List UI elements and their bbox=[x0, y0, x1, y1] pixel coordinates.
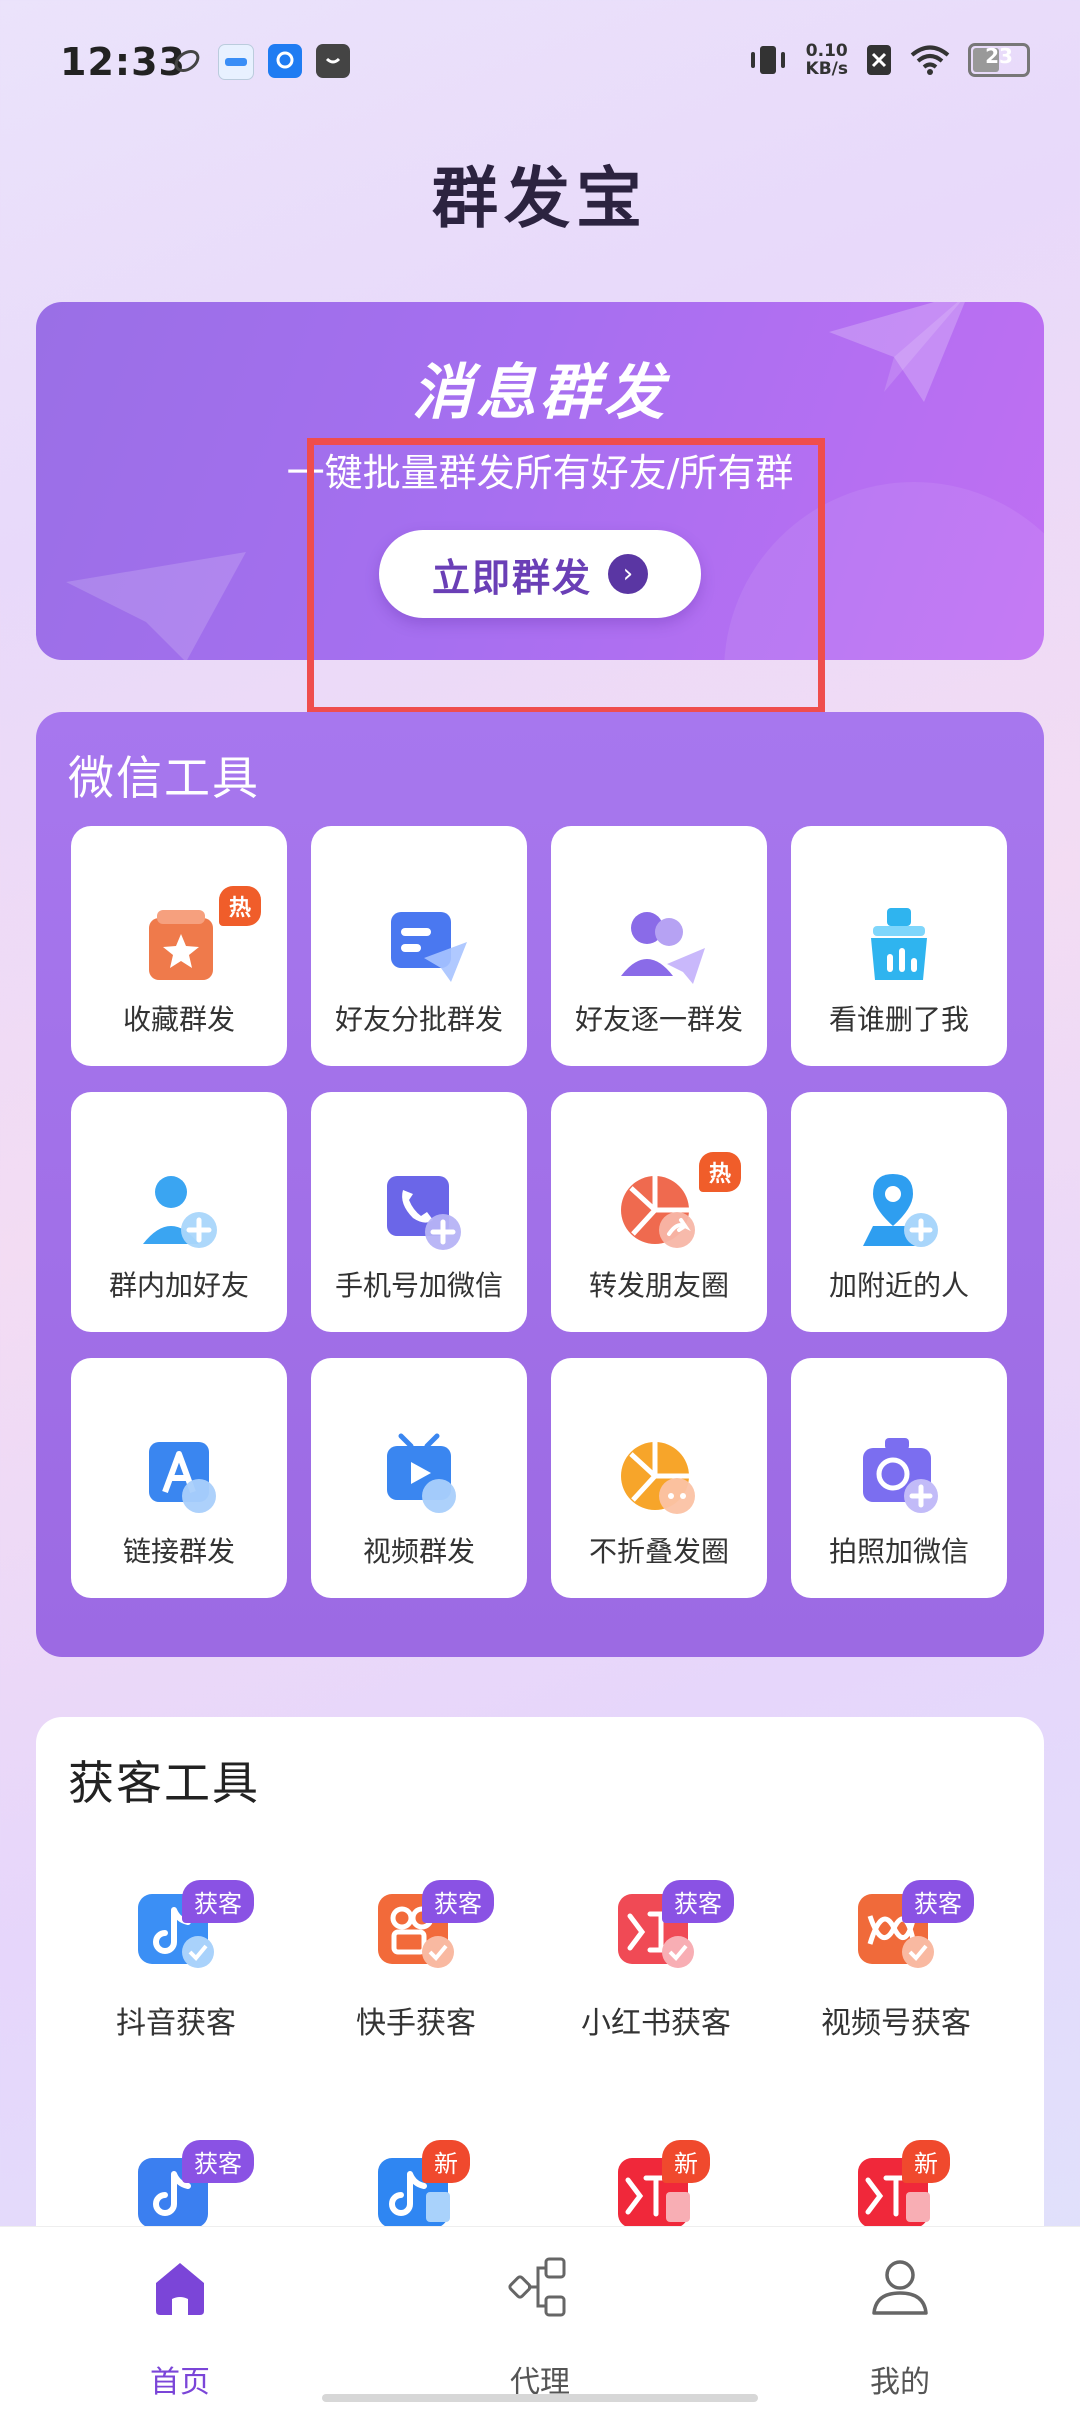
tool-label: 群内加好友 bbox=[108, 1269, 249, 1302]
status-time: 12:33 bbox=[60, 40, 186, 84]
friends-send-icon bbox=[621, 912, 705, 984]
tool-label: 拍照加微信 bbox=[828, 1535, 969, 1568]
phone-add-icon bbox=[387, 1176, 461, 1250]
acquire-badge: 获客 bbox=[662, 1880, 734, 1923]
camera-add-icon bbox=[863, 1438, 938, 1513]
profile-icon bbox=[872, 2260, 928, 2315]
wifi-icon bbox=[910, 45, 950, 75]
tool-video-send[interactable]: 视频群发 bbox=[311, 1358, 527, 1598]
tool-label: 转发朋友圈 bbox=[588, 1269, 729, 1302]
sim-x-icon bbox=[867, 45, 891, 75]
acquire-label: 抖音获客 bbox=[116, 2006, 236, 2041]
acquire-tools-panel: 获客工具 获客 抖音获客 获客 快手获客 获客 小红书获客 获客 视频号获客 获… bbox=[36, 1717, 1044, 2257]
net-speed: 0.10 KB/s bbox=[806, 42, 848, 78]
acquire-badge: 获客 bbox=[902, 1880, 974, 1923]
tool-label: 手机号加微信 bbox=[334, 1269, 503, 1302]
tool-label: 好友逐一群发 bbox=[574, 1003, 743, 1036]
net-speed-unit: KB/s bbox=[805, 59, 848, 79]
new-badge: 新 bbox=[422, 2140, 470, 2183]
location-add-icon bbox=[863, 1174, 938, 1247]
acquire-label: 小红书获客 bbox=[581, 2006, 731, 2041]
tool-label: 好友分批群发 bbox=[334, 1003, 503, 1036]
cleaner-icon bbox=[871, 908, 927, 980]
bag-notification-icon bbox=[316, 44, 350, 78]
battery-level: 23 bbox=[985, 44, 1013, 68]
new-badge: 新 bbox=[662, 2140, 710, 2183]
vibrate-icon bbox=[750, 46, 785, 74]
tool-label: 不折叠发圈 bbox=[588, 1535, 729, 1568]
app-notification-icon bbox=[268, 44, 302, 78]
tool-one-by-one-send[interactable]: 好友逐一群发 bbox=[551, 826, 767, 1066]
app-title: 群发宝 bbox=[432, 160, 648, 237]
acquire-badge: 获客 bbox=[422, 1880, 494, 1923]
tool-no-fold-moments[interactable]: 不折叠发圈 bbox=[551, 1358, 767, 1598]
video-send-icon bbox=[387, 1433, 456, 1513]
acquire-badge: 获客 bbox=[182, 1880, 254, 1923]
app-notification-icon bbox=[218, 44, 254, 80]
tool-link-send[interactable]: 链接群发 bbox=[71, 1358, 287, 1598]
nav-home[interactable]: 首页 bbox=[80, 2227, 280, 2409]
new-badge: 新 bbox=[902, 2140, 950, 2183]
acquire-channels[interactable]: 获客 视频号获客 bbox=[776, 1880, 1016, 2092]
tool-label: 视频群发 bbox=[362, 1535, 475, 1568]
nav-profile[interactable]: 我的 bbox=[800, 2227, 1000, 2409]
tool-forward-moments[interactable]: 热 转发朋友圈 bbox=[551, 1092, 767, 1332]
nav-label: 我的 bbox=[870, 2365, 930, 2400]
acquire-xiaohongshu[interactable]: 获客 小红书获客 bbox=[536, 1880, 776, 2092]
banner-title: 消息群发 bbox=[412, 358, 668, 428]
highlight-annotation bbox=[307, 438, 825, 714]
wechat-tools-title: 微信工具 bbox=[68, 751, 260, 805]
acquire-kuaishou[interactable]: 获客 快手获客 bbox=[296, 1880, 536, 2092]
tool-label: 链接群发 bbox=[122, 1535, 235, 1568]
tool-phone-add-wechat[interactable]: 手机号加微信 bbox=[311, 1092, 527, 1332]
tool-label: 收藏群发 bbox=[122, 1003, 235, 1036]
home-icon bbox=[156, 2263, 204, 2315]
paper-plane-icon bbox=[66, 552, 246, 660]
tool-add-nearby[interactable]: 加附近的人 bbox=[791, 1092, 1007, 1332]
tool-group-add-friends[interactable]: 群内加好友 bbox=[71, 1092, 287, 1332]
battery-icon: 23 bbox=[968, 43, 1030, 77]
network-icon bbox=[508, 2257, 566, 2317]
acquire-label: 视频号获客 bbox=[821, 2006, 971, 2041]
nav-agent[interactable]: 代理 bbox=[440, 2227, 640, 2409]
app-notification-icon bbox=[170, 44, 204, 78]
tool-photo-add-wechat[interactable]: 拍照加微信 bbox=[791, 1358, 1007, 1598]
home-indicator[interactable] bbox=[322, 2394, 758, 2402]
add-person-icon bbox=[143, 1176, 217, 1248]
acquire-douyin[interactable]: 获客 抖音获客 bbox=[56, 1880, 296, 2092]
acquire-badge: 获客 bbox=[182, 2140, 254, 2183]
batch-send-icon bbox=[391, 912, 467, 982]
wechat-tools-panel: 微信工具 热 收藏群发 好友分批群发 好友逐一群发 看谁删了我 群内加好友 手机… bbox=[36, 712, 1044, 1657]
tool-favorites-send[interactable]: 热 收藏群发 bbox=[71, 826, 287, 1066]
status-right: 0.10 KB/s 23 bbox=[748, 42, 1030, 78]
favorites-icon bbox=[149, 910, 213, 980]
moments-icon bbox=[621, 1442, 695, 1514]
acquire-tools-title: 获客工具 bbox=[68, 1756, 260, 1810]
tool-batch-send[interactable]: 好友分批群发 bbox=[311, 826, 527, 1066]
tool-who-deleted-me[interactable]: 看谁删了我 bbox=[791, 826, 1007, 1066]
moments-forward-icon bbox=[621, 1176, 695, 1248]
status-bar: 12:33 0.10 KB/s 23 bbox=[0, 0, 1080, 120]
tool-label: 加附近的人 bbox=[828, 1269, 969, 1302]
acquire-label: 快手获客 bbox=[356, 2006, 476, 2041]
bottom-nav: 首页 代理 我的 bbox=[0, 2226, 1080, 2409]
notification-icons bbox=[170, 44, 350, 80]
nav-label: 首页 bbox=[150, 2365, 210, 2400]
tool-label: 看谁删了我 bbox=[828, 1003, 969, 1036]
link-send-icon bbox=[149, 1442, 216, 1513]
net-speed-value: 0.10 bbox=[805, 41, 848, 61]
